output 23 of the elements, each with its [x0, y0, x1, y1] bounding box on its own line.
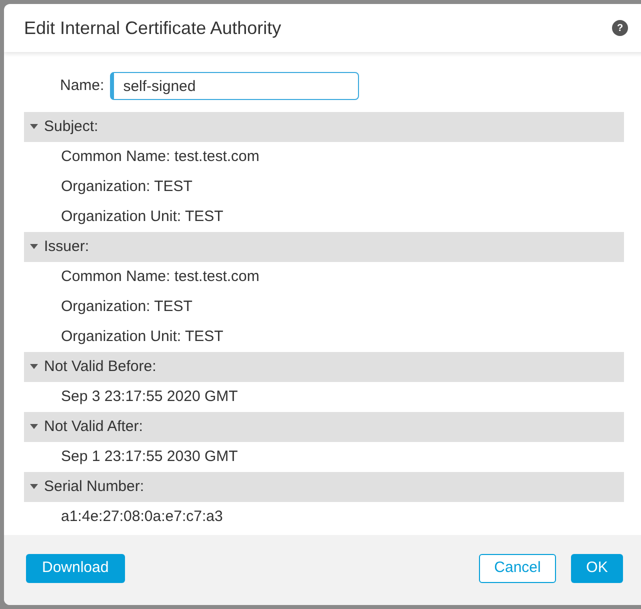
field-text: Common Name: test.test.com	[60, 146, 260, 167]
section-header[interactable]: Issuer:	[24, 232, 624, 262]
field-text: Sep 3 23:17:55 2020 GMT	[60, 386, 239, 407]
field-text: Organization Unit: TEST	[60, 206, 224, 227]
caret-down-icon	[30, 484, 38, 490]
help-button[interactable]: ?	[612, 20, 628, 36]
caret-down-icon	[30, 364, 38, 370]
dialog-title: Edit Internal Certificate Authority	[24, 16, 282, 40]
field-text: Organization: TEST	[60, 296, 194, 317]
section-header[interactable]: Not Valid Before:	[24, 352, 624, 382]
section-header[interactable]: Subject:	[24, 112, 624, 142]
section-header[interactable]: Serial Number:	[24, 472, 624, 502]
field-text: Common Name: test.test.com	[60, 266, 260, 287]
field-text: a1:4e:27:08:0a:e7:c7:a3	[60, 506, 224, 527]
caret-down-icon	[30, 424, 38, 430]
name-input-field[interactable]: self-signed	[110, 72, 360, 100]
caret-down-icon	[30, 244, 38, 250]
field-text: Organization: TEST	[60, 176, 194, 197]
section-header[interactable]: Not Valid After:	[24, 412, 624, 442]
name-label: Name:	[60, 76, 104, 96]
field-text: Organization Unit: TEST	[60, 326, 224, 347]
caret-down-icon	[30, 124, 38, 130]
field-text: Sep 1 23:17:55 2030 GMT	[60, 446, 239, 467]
